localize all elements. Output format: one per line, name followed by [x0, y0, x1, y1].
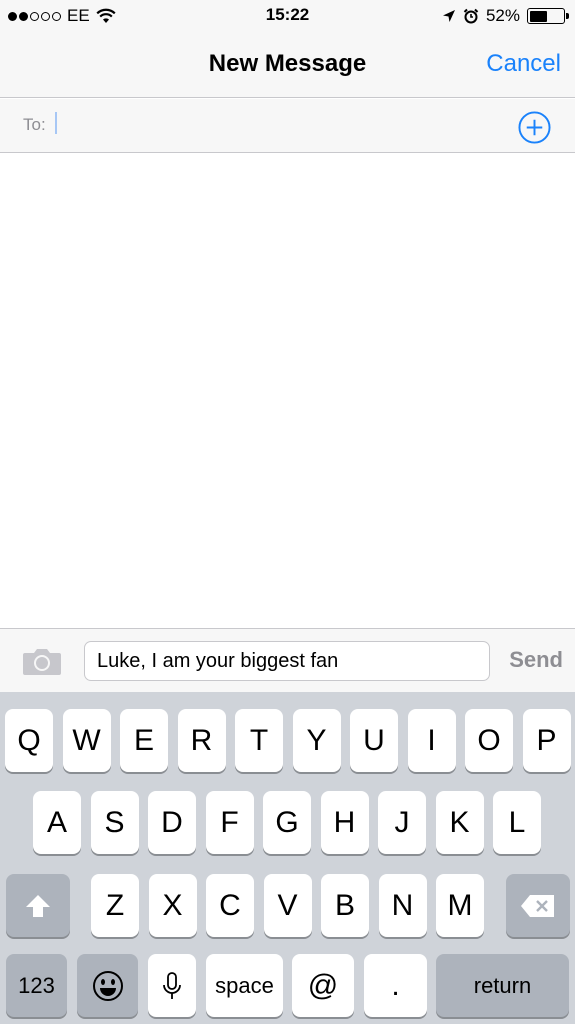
key-h[interactable]: H: [320, 791, 369, 854]
at-key[interactable]: @: [292, 954, 354, 1017]
period-key[interactable]: .: [364, 954, 427, 1017]
key-u[interactable]: U: [350, 709, 398, 772]
conversation-area: [0, 154, 575, 628]
key-y[interactable]: Y: [292, 709, 341, 772]
shift-key[interactable]: [6, 874, 70, 937]
key-o[interactable]: O: [465, 709, 513, 772]
key-m[interactable]: M: [436, 874, 484, 937]
status-bar: EE 15:22 52%: [0, 0, 575, 32]
return-key[interactable]: return: [436, 954, 569, 1017]
dictation-key[interactable]: [148, 954, 196, 1017]
status-right: 52%: [442, 5, 569, 27]
key-q[interactable]: Q: [5, 709, 53, 772]
key-l[interactable]: L: [493, 791, 541, 854]
key-w[interactable]: W: [62, 709, 111, 772]
key-d[interactable]: D: [148, 791, 196, 854]
message-input[interactable]: Luke, I am your biggest fan: [84, 641, 490, 681]
compose-bar: Luke, I am your biggest fan Send: [0, 628, 575, 692]
microphone-icon: [163, 971, 181, 999]
key-a[interactable]: A: [33, 791, 81, 854]
navigation-bar: New Message Cancel: [0, 32, 575, 98]
emoji-key[interactable]: [77, 954, 138, 1017]
numbers-key[interactable]: 123: [6, 954, 67, 1017]
add-contact-button[interactable]: [518, 111, 551, 144]
recipient-input[interactable]: [54, 111, 494, 139]
key-p[interactable]: P: [522, 709, 571, 772]
location-icon: [442, 10, 455, 22]
recipient-row: To:: [0, 99, 575, 153]
emoji-icon: [92, 970, 123, 1001]
keyboard: 123 space @ . return QWERTYUIOP ASDFGHJKL…: [0, 692, 575, 1024]
space-key[interactable]: space: [206, 954, 283, 1017]
alarm-icon: [463, 8, 479, 24]
key-r[interactable]: R: [177, 709, 226, 772]
camera-button[interactable]: [22, 645, 62, 677]
key-j[interactable]: J: [378, 791, 426, 854]
key-b[interactable]: B: [321, 874, 369, 937]
cancel-button[interactable]: Cancel: [486, 50, 561, 78]
key-c[interactable]: C: [206, 874, 254, 937]
battery-percent: 52%: [485, 6, 520, 25]
key-k[interactable]: K: [435, 791, 484, 854]
key-n[interactable]: N: [378, 874, 427, 937]
key-s[interactable]: S: [90, 791, 139, 854]
shift-icon: [26, 894, 50, 917]
key-e[interactable]: E: [120, 709, 168, 772]
key-i[interactable]: I: [407, 709, 456, 772]
delete-key[interactable]: [506, 874, 570, 937]
key-x[interactable]: X: [148, 874, 197, 937]
key-v[interactable]: V: [263, 874, 312, 937]
key-z[interactable]: Z: [91, 874, 139, 937]
text-caret: [55, 112, 57, 134]
key-t[interactable]: T: [235, 709, 283, 772]
battery-icon: [527, 8, 569, 24]
key-g[interactable]: G: [263, 791, 311, 854]
to-label: To:: [23, 115, 46, 134]
delete-icon: [521, 894, 554, 917]
send-button[interactable]: Send: [509, 647, 563, 673]
key-f[interactable]: F: [205, 791, 254, 854]
